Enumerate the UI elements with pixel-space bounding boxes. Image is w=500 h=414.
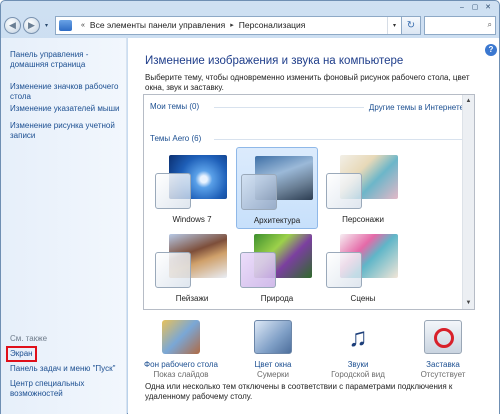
option-label[interactable]: Цвет окна [232,360,314,369]
theme-color-swatch [155,252,191,288]
address-dropdown-icon[interactable]: ▾ [387,16,401,34]
recent-pages-dropdown[interactable]: ▾ [42,22,51,29]
back-button[interactable]: ◀ [4,16,21,34]
screensaver-icon [424,320,462,354]
sidebar-link-account-picture[interactable]: Изменение рисунка учетной записи [10,121,122,141]
theme-tile-landscapes[interactable]: Пейзажи [151,226,233,308]
sidebar-link-mouse-pointers[interactable]: Изменение указателей мыши [10,104,122,114]
theme-tile-scenes[interactable]: Сцены [322,226,404,308]
sidebar-link-display[interactable]: Экран [6,346,37,362]
help-area: ? [484,38,499,414]
themes-scrollbar[interactable]: ▲ ▼ [462,95,474,309]
theme-tile-architecture[interactable]: Архитектура [236,147,318,229]
control-panel-icon [59,19,72,31]
prohibited-icon [434,328,454,348]
theme-label: Архитектура [253,216,301,225]
aero-themes-heading: Темы Aero (6) [150,134,202,143]
option-value: Отсутствует [420,370,466,379]
option-label[interactable]: Заставка [402,360,484,369]
sidebar: Панель управления - домашняя страница Из… [1,38,127,414]
theme-label: Пейзажи [175,294,209,303]
forward-button[interactable]: ▶ [23,16,40,34]
maximize-button[interactable]: ▢ [470,3,480,12]
breadcrumb-personalization[interactable]: Персонализация [239,20,306,30]
back-arrow-icon: ◀ [9,19,16,30]
option-screensaver[interactable]: Заставка Отсутствует [402,320,484,379]
option-sounds[interactable]: ♫ Звуки Городской вид [317,320,399,379]
sidebar-link-desktop-icons[interactable]: Изменение значков рабочего стола [10,82,122,102]
option-label[interactable]: Звуки [317,360,399,369]
main-content: Изменение изображения и звука на компьют… [128,38,484,414]
theme-color-swatch [240,252,276,288]
theme-label: Windows 7 [172,215,212,224]
refresh-icon[interactable]: ↻ [402,15,421,35]
option-desktop-background[interactable]: Фон рабочего стола Показ слайдов [140,320,222,379]
my-themes-heading: Мои темы (0) [150,102,200,111]
desktop-background-icon [162,320,200,354]
help-icon[interactable]: ? [485,44,497,56]
theme-tile-characters[interactable]: Персонажи [322,147,404,229]
window-color-icon [254,320,292,354]
address-bar[interactable]: « Все элементы панели управления ▸ Персо… [55,15,402,35]
option-value: Городской вид [331,370,385,379]
scroll-down-icon[interactable]: ▼ [463,297,474,309]
online-themes-link[interactable]: Другие темы в Интернете [369,103,464,112]
theme-color-swatch [155,173,191,209]
window-controls: – ▢ ✕ [457,3,493,12]
sidebar-link-taskbar-start[interactable]: Панель задач и меню "Пуск" [10,364,122,374]
option-window-color[interactable]: Цвет окна Сумерки [232,320,314,379]
music-notes-icon: ♫ [348,322,368,352]
divider [214,107,364,108]
forward-arrow-icon: ▶ [28,19,35,30]
divider [214,139,464,140]
breadcrumb-all-items[interactable]: Все элементы панели управления [90,20,225,30]
theme-tile-nature[interactable]: Природа [236,226,318,308]
see-also-heading: См. также [10,334,48,343]
theme-color-swatch [326,173,362,209]
sidebar-link-control-panel-home[interactable]: Панель управления - домашняя страница [10,50,122,70]
theme-label: Персонажи [342,215,384,224]
search-input[interactable]: ⌕ [424,15,496,35]
page-description: Выберите тему, чтобы одновременно измени… [145,73,470,92]
scroll-up-icon[interactable]: ▲ [463,95,474,107]
breadcrumb-separator-icon[interactable]: « [81,22,85,29]
search-icon: ⌕ [487,20,492,29]
themes-list: Мои темы (0) Другие темы в Интернете Тем… [143,94,475,310]
theme-label: Сцены [350,294,376,303]
minimize-button[interactable]: – [457,3,467,12]
option-value: Показ слайдов [153,370,209,379]
option-value: Сумерки [256,370,290,379]
theme-label: Природа [260,294,294,303]
theme-color-swatch [326,252,362,288]
remote-desktop-notice: Одна или несколько тем отключены в соотв… [145,382,453,401]
theme-tile-windows7[interactable]: Windows 7 [151,147,233,229]
breadcrumb-separator-icon[interactable]: ▸ [230,21,234,29]
close-button[interactable]: ✕ [483,3,493,12]
navigation-bar: ◀ ▶ ▾ « Все элементы панели управления ▸… [4,13,496,37]
page-title: Изменение изображения и звука на компьют… [145,55,404,67]
sidebar-link-ease-of-access[interactable]: Центр специальных возможностей [10,379,122,399]
theme-color-swatch [241,174,277,210]
option-label[interactable]: Фон рабочего стола [140,360,222,369]
